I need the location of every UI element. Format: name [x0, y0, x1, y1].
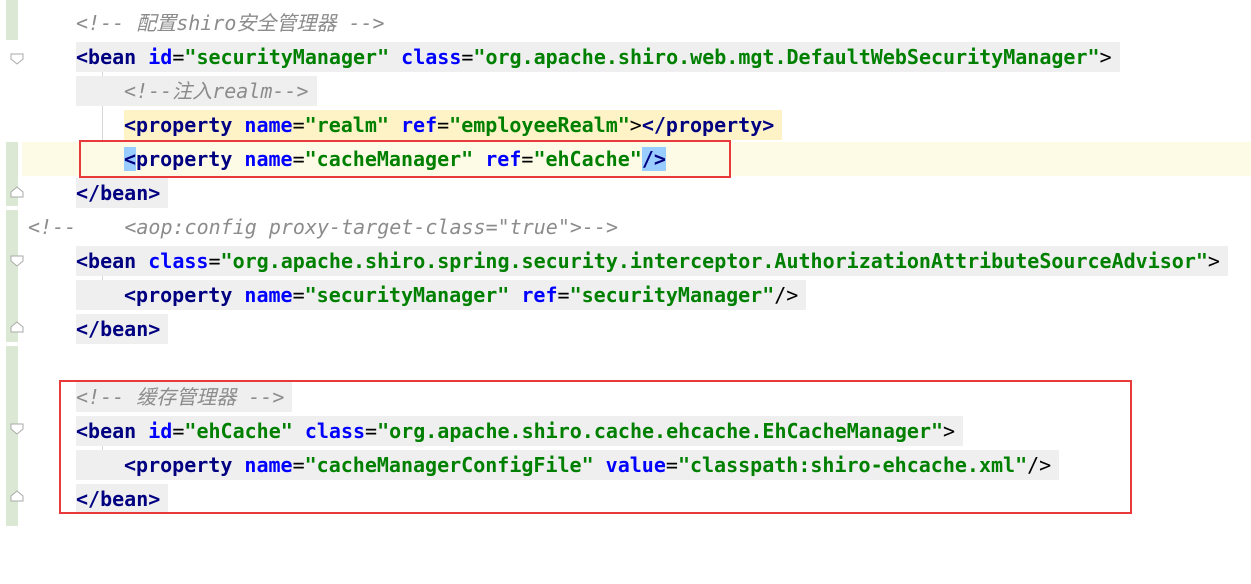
xml-tag: </bean> — [76, 317, 161, 341]
xml-attribute: id — [148, 45, 173, 69]
xml-tag: <property — [124, 283, 233, 307]
xml-value: "org.apache.shiro.spring.security.interc… — [220, 249, 1208, 273]
xml-attribute: name — [244, 113, 293, 137]
code-line[interactable]: <bean id="securityManager" class="org.ap… — [22, 40, 1251, 74]
xml-bracket: > — [629, 113, 642, 137]
xml-bracket: > — [1207, 249, 1220, 273]
xml-bracket: > — [1099, 45, 1112, 69]
code-line[interactable]: </bean> — [22, 312, 1251, 346]
xml-bracket: /> — [774, 283, 799, 307]
change-marker — [6, 0, 18, 40]
xml-value: "realm" — [304, 113, 389, 137]
xml-value: "org.apache.shiro.web.mgt.DefaultWebSecu… — [473, 45, 1100, 69]
xml-tag: <bean — [76, 45, 137, 69]
code-line[interactable]: <bean class="org.apache.shiro.spring.sec… — [22, 244, 1251, 278]
code-line[interactable]: <!-- <aop:config proxy-target-class="tru… — [22, 210, 1251, 244]
xml-value: "employeeRealm" — [449, 113, 630, 137]
code-line[interactable]: <property name="securityManager" ref="se… — [22, 278, 1251, 312]
code-line[interactable]: <!--注入realm--> — [22, 74, 1251, 108]
xml-value: "securityManager" — [184, 45, 390, 69]
xml-tag: </bean> — [76, 181, 161, 205]
xml-attribute: class — [148, 249, 209, 273]
xml-comment: <!--注入realm--> — [124, 79, 309, 103]
xml-comment-open: <!-- — [28, 215, 77, 239]
xml-attribute: class — [401, 45, 462, 69]
code-line[interactable]: <property name="realm" ref="employeeReal… — [22, 108, 1251, 142]
xml-tag: <property — [124, 113, 233, 137]
xml-comment: <aop:config proxy-target-class="true">--… — [124, 215, 619, 239]
xml-attribute: name — [244, 283, 293, 307]
highlight-box — [59, 380, 1132, 514]
highlight-box — [79, 140, 731, 178]
xml-comment: <!-- 配置shiro安全管理器 --> — [76, 11, 385, 35]
xml-value: "securityManager" — [304, 283, 510, 307]
xml-tag: <bean — [76, 249, 137, 273]
code-line[interactable]: </bean> — [22, 176, 1251, 210]
xml-attribute: ref — [400, 113, 438, 137]
code-line[interactable]: <!-- 配置shiro安全管理器 --> — [22, 6, 1251, 40]
xml-tag: </property> — [641, 113, 775, 137]
xml-attribute: ref — [521, 283, 558, 307]
xml-value: "securityManager" — [569, 283, 775, 307]
